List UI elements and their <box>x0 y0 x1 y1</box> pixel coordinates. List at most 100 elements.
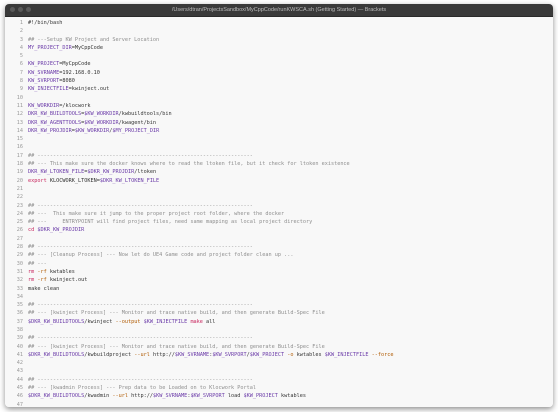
code-token-var: $KW_SVRNAME <box>152 393 188 400</box>
code-line[interactable]: 32 rm -rf kwinject.out <box>5 276 553 284</box>
code-text: cd $DKR_KW_PROJDIR <box>28 226 84 234</box>
code-token-var: $KW_SVRNAME <box>174 351 210 358</box>
code-line[interactable]: 4 MY_PROJECT_DIR=MyCppCode <box>5 44 553 52</box>
code-text: rm -rf kwtables <box>28 268 75 276</box>
line-number: 22 <box>16 194 23 201</box>
line-number: 10 <box>16 94 23 101</box>
code-line[interactable]: 15 <box>5 135 553 143</box>
code-token-var: DKR_KW_AGENTTOOLS <box>28 119 82 126</box>
code-text: ## -------------------------------------… <box>28 243 253 251</box>
code-line[interactable]: 3 ## ---Setup KW Project and Server Locat… <box>5 36 553 44</box>
code-line[interactable]: 28 ## -----------------------------------… <box>5 243 553 251</box>
code-token-comment: ## --- [kwinject Process] --- Monitor an… <box>28 310 325 317</box>
code-text: DKR_KW_LTOKEN_FILE=$DKR_KW_PROJDIR/ltoke… <box>28 168 156 176</box>
code-token-comment: ## --- [Cleanup Process] --- Now let do … <box>28 252 294 259</box>
code-line[interactable]: 29 ## --- [Cleanup Process] --- Now let d… <box>5 251 553 259</box>
code-line[interactable]: 22 <box>5 193 553 201</box>
line-number: 31 <box>16 268 23 275</box>
code-line[interactable]: 16 <box>5 143 553 151</box>
code-line[interactable]: 10 <box>5 94 553 102</box>
code-token-plain: make clean <box>28 285 60 292</box>
code-line[interactable]: 23 ## -----------------------------------… <box>5 202 553 210</box>
code-text: $DKR_KW_BUILDTOOLS/kwinject --output $KW… <box>28 318 215 326</box>
line-number: 11 <box>16 102 23 109</box>
code-line[interactable]: 24 ## --- This make sure it jump to the p… <box>5 210 553 218</box>
code-line[interactable]: 46 $DKR_KW_BUILDTOOLS/kwadmin --url http:… <box>5 392 553 400</box>
code-text: #!/bin/bash <box>28 19 62 27</box>
line-number: 6 <box>19 61 23 68</box>
code-line[interactable]: 41 $DKR_KW_BUILDTOOLS/kwbuildproject --ur… <box>5 351 553 359</box>
code-text: DKR_KW_PROJDIR=$KW_WORKDIR/$MY_PROJECT_D… <box>28 127 159 135</box>
code-token-var: DKR_KW_PROJDIR <box>28 127 72 134</box>
code-token-var: $KW_PROJECT <box>249 351 285 358</box>
line-number: 5 <box>19 53 23 60</box>
code-line[interactable]: 47 <box>5 401 553 407</box>
code-token-plain: =MyCppCode <box>71 44 103 51</box>
code-line[interactable]: 13 DKR_KW_AGENTTOOLS=$KW_WORKDIR/kwagent/… <box>5 119 553 127</box>
code-text: DKR_KW_BUILDTOOLS=$KW_WORKDIR/kwbuildtoo… <box>28 110 172 118</box>
code-line[interactable]: 6 KW_PROJECT=MyCppCode <box>5 60 553 68</box>
code-line[interactable]: 37 $DKR_KW_BUILDTOOLS/kwinject --output $… <box>5 318 553 326</box>
line-number: 34 <box>16 293 23 300</box>
code-text: $DKR_KW_BUILDTOOLS/kwbuildproject --url … <box>28 351 394 359</box>
line-number: 36 <box>16 310 23 317</box>
code-line[interactable]: 35 ## -----------------------------------… <box>5 301 553 309</box>
code-token-plain: /kwbuildproject <box>84 351 135 358</box>
code-line[interactable]: 27 <box>5 235 553 243</box>
code-line[interactable]: 34 <box>5 293 553 301</box>
code-line[interactable]: 36 ## --- [kwinject Process] --- Monitor … <box>5 309 553 317</box>
code-token-comment: ## -------------------------------------… <box>28 376 253 383</box>
code-line[interactable]: 33 make clean <box>5 285 553 293</box>
code-line[interactable]: 18 ## --- This make sure the docker knows… <box>5 160 553 168</box>
line-number: 23 <box>16 202 23 209</box>
line-number: 21 <box>16 185 23 192</box>
line-number: 24 <box>16 210 23 217</box>
code-token-flag: --output <box>115 318 141 325</box>
code-token-comment: ## --- This make sure it jump to the pro… <box>28 210 285 217</box>
code-token-comment: ## --- [kwadmin Process] --- Prep data t… <box>28 385 256 392</box>
code-line[interactable]: 17 ## -----------------------------------… <box>5 152 553 160</box>
code-line[interactable]: 44 ## -----------------------------------… <box>5 376 553 384</box>
code-text: MY_PROJECT_DIR=MyCppCode <box>28 44 103 52</box>
line-number: 4 <box>19 44 23 51</box>
code-token-var: $DKR_KW_BUILDTOOLS <box>28 393 85 400</box>
code-token-var: DKR_KW_BUILDTOOLS <box>28 111 82 118</box>
code-line[interactable]: 21 <box>5 185 553 193</box>
code-line[interactable]: 19 DKR_KW_LTOKEN_FILE=$DKR_KW_PROJDIR/lto… <box>5 168 553 176</box>
code-line[interactable]: 12 DKR_KW_BUILDTOOLS=$KW_WORKDIR/kwbuildt… <box>5 110 553 118</box>
code-line[interactable]: 9 KW_INJECTFILE=kwinject.out <box>5 85 553 93</box>
code-token-plain: kwtables <box>293 351 325 358</box>
code-line[interactable]: 14 DKR_KW_PROJDIR=$KW_WORKDIR/$MY_PROJECT… <box>5 127 553 135</box>
code-line[interactable]: 5 <box>5 52 553 60</box>
code-token-plain: kwtables <box>277 393 307 400</box>
code-line[interactable]: 39 ## -----------------------------------… <box>5 334 553 342</box>
code-line[interactable]: 26 cd $DKR_KW_PROJDIR <box>5 226 553 234</box>
code-token-var: KW_SVRPORT <box>28 78 60 85</box>
line-number: 44 <box>16 376 23 383</box>
code-text: rm -rf kwinject.out <box>28 276 87 284</box>
code-token-var: $DKR_KW_BUILDTOOLS <box>28 318 85 325</box>
code-line[interactable]: 20 export KLOCWORK_LTOKEN=$DKR_KW_LTOKEN_… <box>5 177 553 185</box>
code-line[interactable]: 42 <box>5 359 553 367</box>
code-token-comment: ## --- ENTRYPOINT will find project file… <box>28 219 313 226</box>
code-line[interactable]: 43 <box>5 367 553 375</box>
code-line[interactable]: 45 ## --- [kwadmin Process] --- Prep data… <box>5 384 553 392</box>
code-text: KW_WORKDIR=/klocwork <box>28 102 90 110</box>
code-editor[interactable]: 1 #!/bin/bash 2 3 ## ---Setup KW Project and… <box>5 17 553 407</box>
code-line[interactable]: 38 <box>5 326 553 334</box>
code-line[interactable]: 1 #!/bin/bash <box>5 19 553 27</box>
code-text: ## -------------------------------------… <box>28 376 253 384</box>
line-number: 43 <box>16 368 23 375</box>
code-line[interactable]: 40 ## --- [kwinject Process] --- Monitor … <box>5 343 553 351</box>
code-line[interactable]: 8 KW_SVRPORT=8080 <box>5 77 553 85</box>
code-line[interactable]: 31 rm -rf kwtables <box>5 268 553 276</box>
code-line[interactable]: 11 KW_WORKDIR=/klocwork <box>5 102 553 110</box>
code-line[interactable]: 30 ## --- <box>5 260 553 268</box>
code-line[interactable]: 25 ## --- ENTRYPOINT will find project fi… <box>5 218 553 226</box>
code-token-var: KW_INJECTFILE <box>28 86 69 93</box>
code-line[interactable]: 7 KW_SVRNAME=192.168.0.10 <box>5 69 553 77</box>
code-text: ## -------------------------------------… <box>28 202 253 210</box>
code-text: KW_PROJECT=MyCppCode <box>28 60 90 68</box>
line-number: 19 <box>16 169 23 176</box>
code-line[interactable]: 2 <box>5 27 553 35</box>
